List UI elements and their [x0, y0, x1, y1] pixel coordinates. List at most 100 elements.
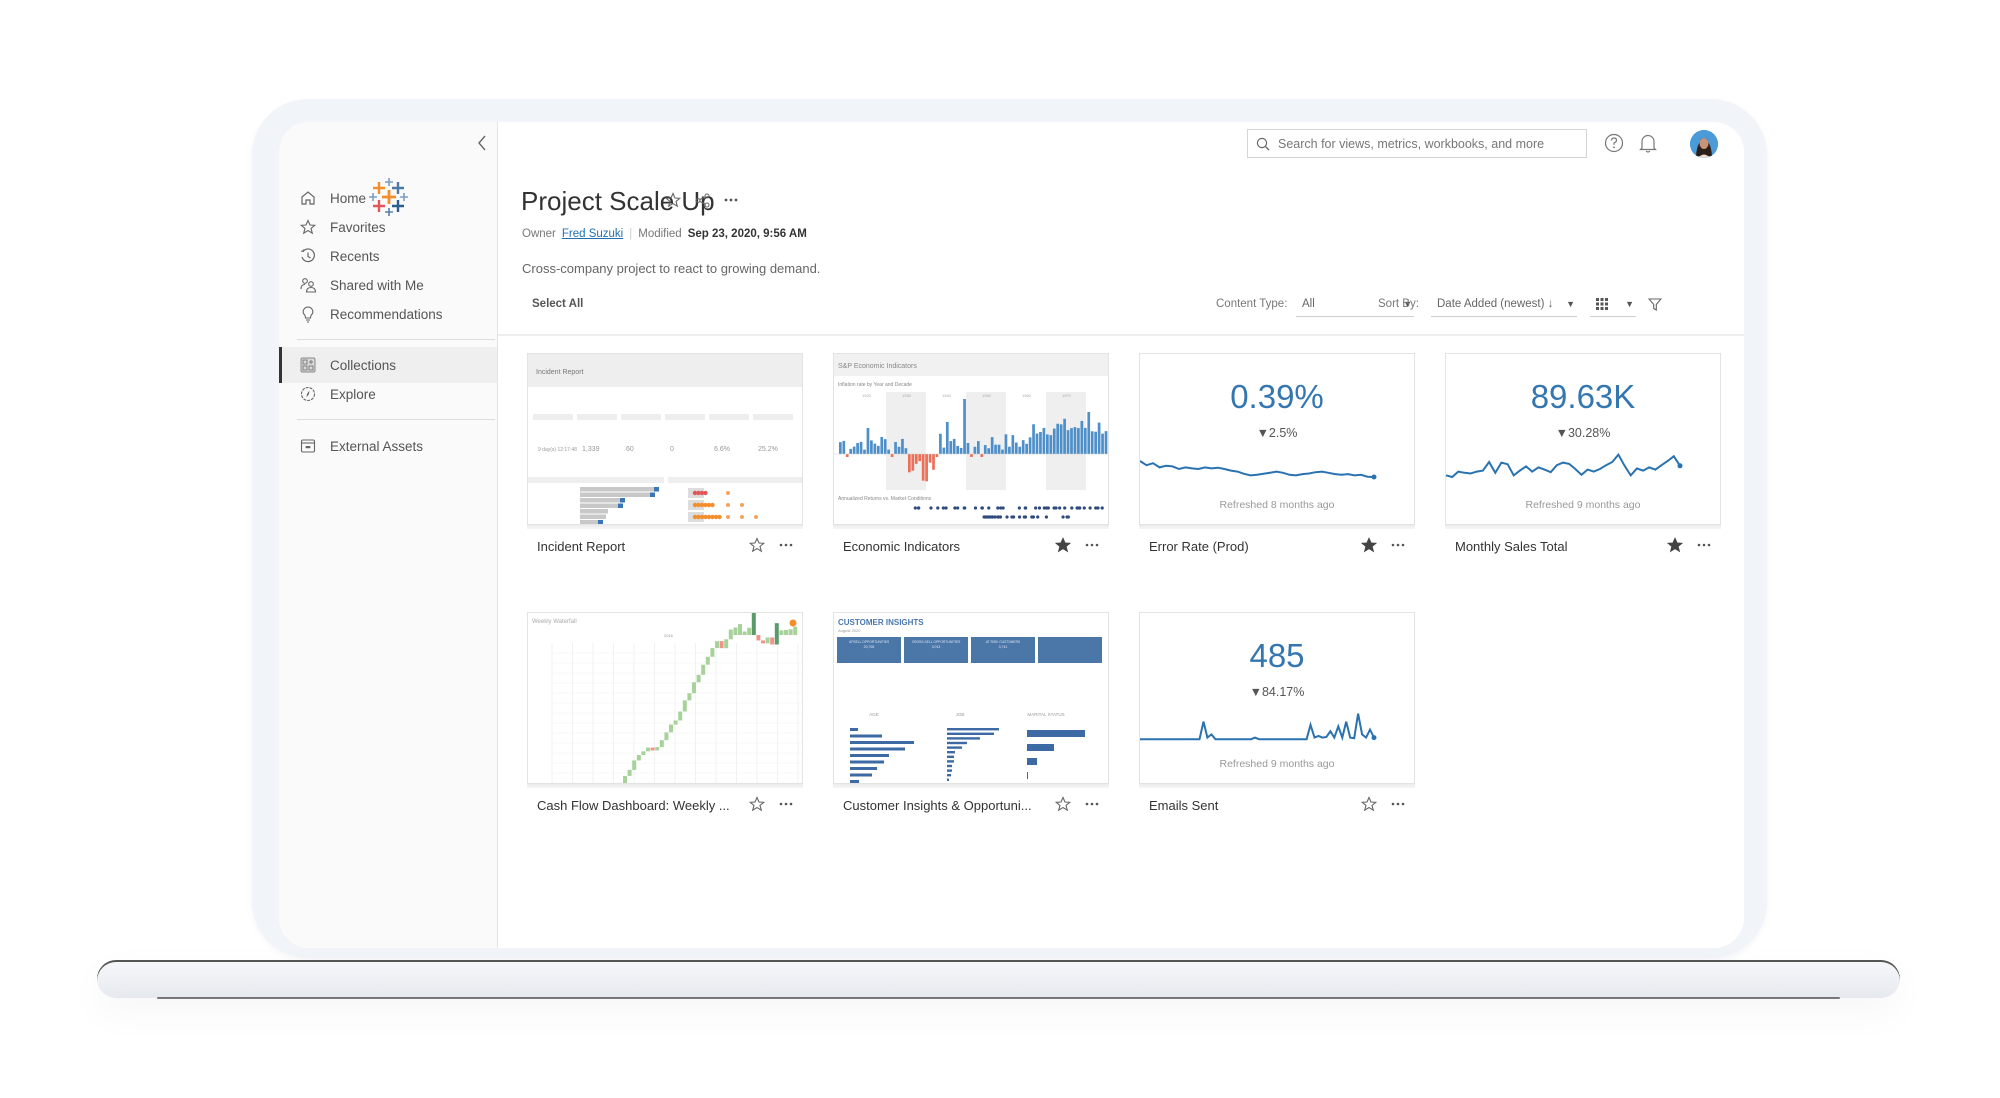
more-actions-button[interactable] — [724, 198, 738, 202]
preview-dot — [913, 506, 917, 510]
search-input[interactable] — [1276, 135, 1570, 152]
preview-kpi-value: 9 day(s) 12:17:48 — [538, 447, 577, 453]
metric-refreshed: Refreshed 9 months ago — [1525, 499, 1641, 511]
favorite-button[interactable] — [748, 537, 767, 555]
preview-waterfall-bar — [738, 624, 742, 635]
owner-link[interactable]: Fred Suzuki — [562, 228, 623, 240]
card-title[interactable]: Incident Report — [537, 539, 625, 554]
share-button[interactable] — [695, 192, 710, 208]
filter-icon — [1647, 298, 1663, 311]
favorite-collection-button[interactable] — [665, 192, 681, 208]
preview-waterfall-bar — [756, 635, 761, 641]
card-title[interactable]: Error Rate (Prod) — [1149, 539, 1249, 554]
preview-dot — [973, 506, 978, 510]
help-icon — [1604, 133, 1624, 153]
favorite-button[interactable] — [1054, 796, 1073, 814]
preview-bar-cap — [618, 503, 623, 508]
sidebar-item-external-assets[interactable]: External Assets — [279, 428, 497, 464]
sidebar-item-recommendations[interactable]: Recommendations — [279, 296, 497, 332]
sparkline-end-point — [1371, 735, 1377, 741]
favorite-button[interactable] — [1666, 537, 1685, 555]
preview-dot — [1044, 515, 1049, 519]
ellipsis-icon — [1391, 543, 1405, 547]
preview-decade-label: 1940 — [942, 393, 952, 398]
preview-waterfall-bar — [701, 664, 706, 675]
preview-bar — [980, 454, 984, 457]
card-title[interactable]: Economic Indicators — [843, 539, 960, 554]
view-thumbnail[interactable]: Weekly Waterfall 2016 — [527, 612, 803, 784]
preview-bar — [883, 439, 887, 454]
preview-bar — [1056, 423, 1060, 454]
help-button[interactable] — [1601, 130, 1627, 156]
select-all-button[interactable]: Select All — [532, 298, 583, 310]
notifications-button[interactable] — [1635, 130, 1661, 156]
search-icon — [1256, 137, 1270, 151]
preview-bar — [852, 446, 856, 454]
sidebar-item-explore[interactable]: Explore — [279, 376, 497, 412]
more-actions-button[interactable] — [1083, 537, 1101, 555]
preview-waterfall-bar — [632, 760, 637, 770]
preview-waterfall-bar — [779, 630, 784, 635]
more-actions-button[interactable] — [1083, 796, 1101, 814]
card-title[interactable]: Emails Sent — [1149, 798, 1218, 813]
favorite-button[interactable] — [1054, 537, 1073, 555]
collapse-sidebar-button[interactable] — [476, 134, 492, 154]
preview-bar — [925, 454, 928, 482]
favorite-button[interactable] — [1360, 796, 1379, 814]
preview-bar — [842, 440, 846, 454]
card-title[interactable]: Monthly Sales Total — [1455, 539, 1568, 554]
preview-waterfall-bar — [678, 711, 683, 721]
preview-bar — [849, 448, 853, 454]
preview-bar — [580, 487, 658, 492]
view-thumbnail[interactable]: S&P Economic Indicators Inflation rate by… — [833, 353, 1109, 525]
metric-thumbnail[interactable]: 89.63K ▼30.28% Refreshed 9 months ago — [1445, 353, 1721, 525]
more-actions-button[interactable] — [1389, 796, 1407, 814]
metric-thumbnail[interactable]: 485 ▼84.17% Refreshed 9 months ago — [1139, 612, 1415, 784]
more-actions-button[interactable] — [1389, 537, 1407, 555]
preview-bar — [901, 438, 904, 454]
search-box[interactable] — [1247, 129, 1587, 158]
preview-waterfall-bar — [710, 648, 715, 657]
preview-bar — [963, 399, 966, 454]
preview-dot — [740, 515, 744, 519]
preview-waterfall-bar — [733, 627, 738, 635]
star-icon — [1360, 796, 1378, 812]
more-actions-button[interactable] — [777, 796, 795, 814]
preview-subheading: August 2020 — [838, 628, 861, 633]
filter-button[interactable] — [1647, 298, 1663, 316]
preview-bar — [947, 774, 951, 777]
user-avatar[interactable] — [1690, 130, 1718, 158]
preview-bar — [1039, 431, 1042, 454]
preview-dot — [1052, 506, 1056, 510]
metric-thumbnail[interactable]: 0.39% ▼2.5% Refreshed 8 months ago — [1139, 353, 1415, 525]
preview-waterfall-bar — [687, 693, 692, 701]
card-title[interactable]: Customer Insights & Opportuni... — [843, 798, 1032, 813]
preview-bar — [870, 440, 873, 454]
preview-dot — [1024, 506, 1028, 510]
card-title[interactable]: Cash Flow Dashboard: Weekly ... — [537, 798, 730, 813]
preview-kpi-label — [533, 414, 573, 420]
preview-heading: CUSTOMER INSIGHTS — [838, 618, 924, 627]
preview-bar — [987, 448, 991, 454]
preview-dot — [1066, 515, 1070, 519]
title-actions — [665, 192, 738, 208]
sort-by-select[interactable]: Date Added (newest) ↓ ▼ — [1431, 292, 1577, 317]
preview-bar — [947, 741, 967, 745]
favorite-button[interactable] — [748, 796, 767, 814]
more-actions-button[interactable] — [1695, 537, 1713, 555]
preview-bar — [850, 780, 859, 783]
preview-dot — [710, 502, 715, 508]
view-thumbnail[interactable]: CUSTOMER INSIGHTS August 2020 UPSELL OPPOR… — [833, 612, 1109, 784]
preview-waterfall-bar — [627, 769, 632, 776]
preview-section-label: AGE — [869, 712, 879, 717]
preview-bar — [1042, 427, 1046, 454]
favorite-button[interactable] — [1360, 537, 1379, 555]
view-thumbnail[interactable]: Incident Report 9 day(s) 12:17:48 1,339 60 0… — [527, 353, 803, 525]
more-actions-button[interactable] — [777, 537, 795, 555]
preview-bar — [970, 454, 973, 457]
preview-dot — [996, 506, 1000, 510]
content-card: Incident Report 9 day(s) 12:17:48 1,339 60 0… — [527, 353, 803, 554]
view-mode-select[interactable]: ▼ — [1590, 292, 1636, 317]
preview-section-label: MARITAL STATUS — [1027, 712, 1064, 717]
preview-kpi-label — [709, 414, 749, 420]
